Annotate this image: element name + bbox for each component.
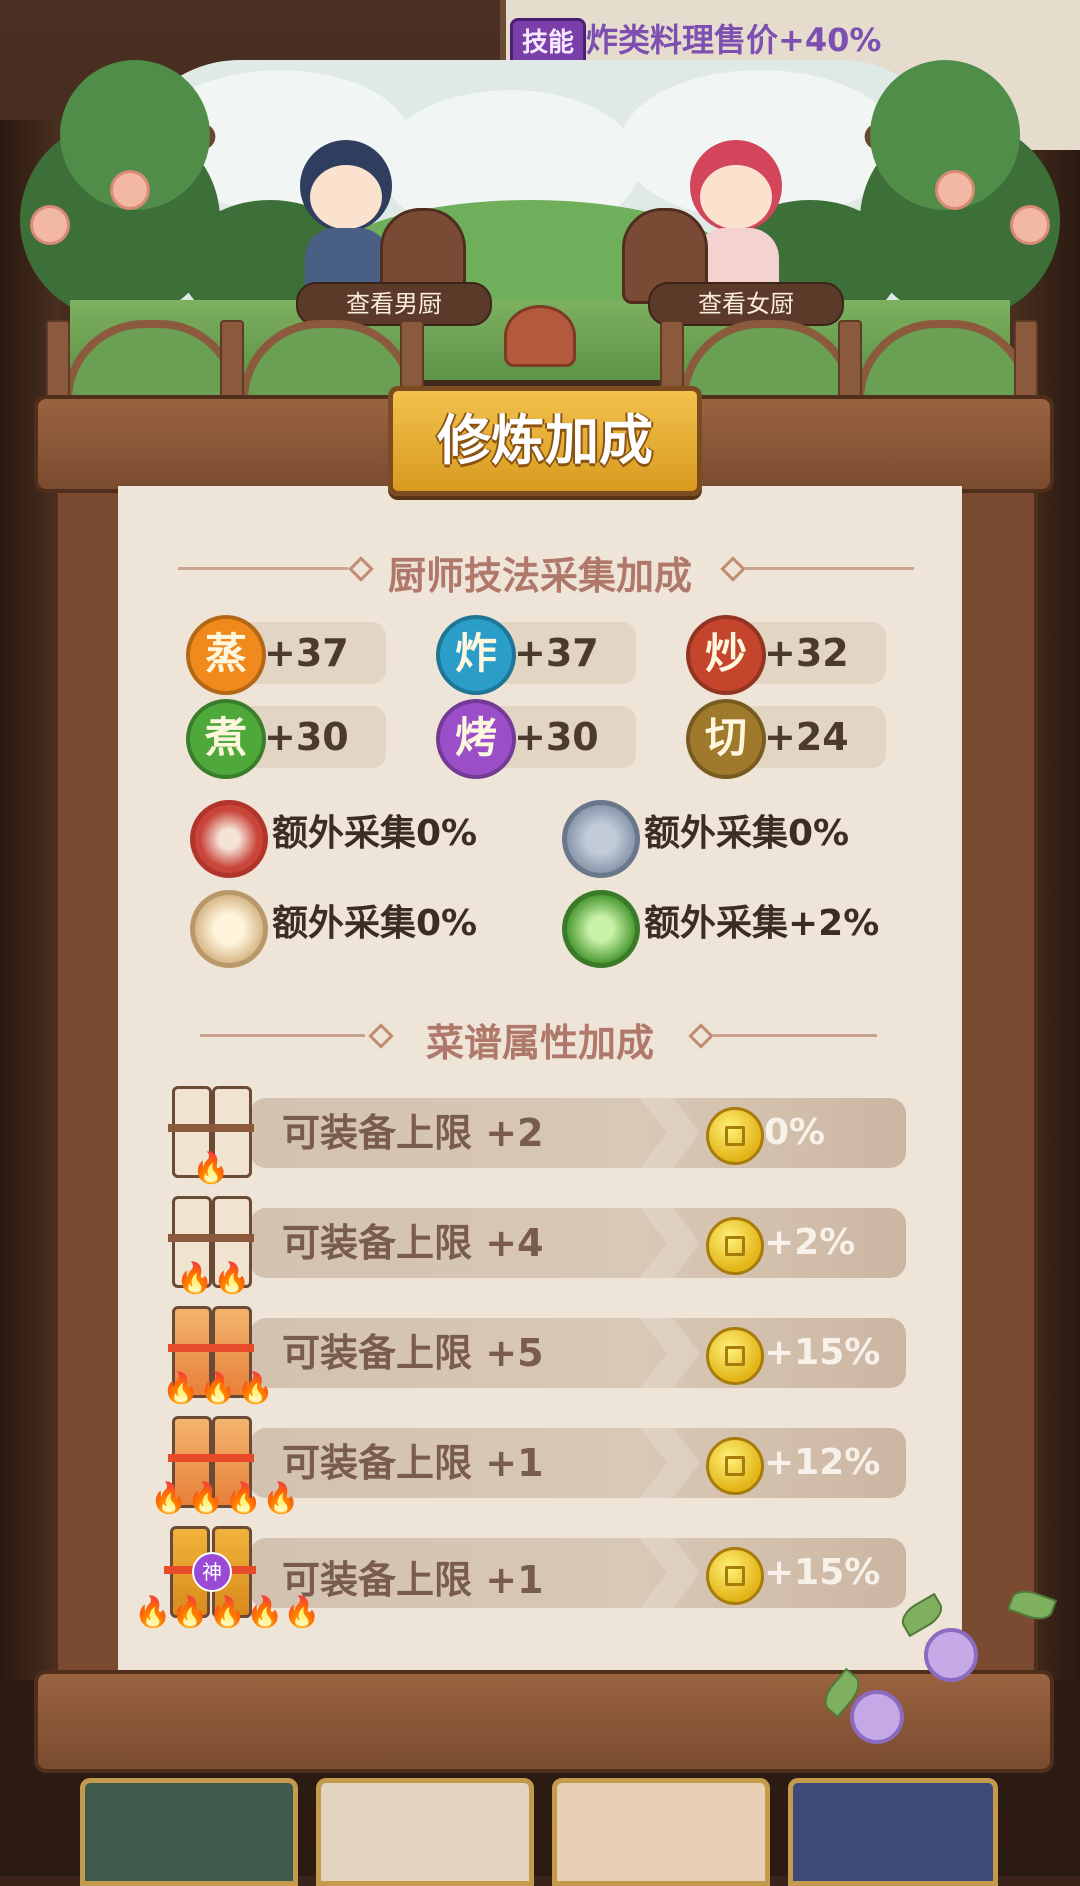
technique-steam-value: +37 — [264, 631, 349, 675]
flower-decoration — [924, 1628, 978, 1682]
recipe-tier-price-bonus: +15% — [764, 1332, 881, 1373]
recipe-tier-price-bonus: 0% — [764, 1112, 826, 1153]
section-technique-title: 厨师技法采集加成 — [387, 554, 692, 598]
blossom-decoration — [30, 205, 70, 245]
coin-icon — [706, 1437, 764, 1495]
recipe-tier-price-bonus: +2% — [764, 1222, 856, 1263]
card-thumbnail[interactable] — [552, 1778, 770, 1886]
card-thumbnail[interactable] — [788, 1778, 998, 1886]
blossom-decoration — [110, 170, 150, 210]
technique-cut-value: +24 — [764, 715, 849, 759]
blossom-decoration — [935, 170, 975, 210]
flame-rating-icon: 🔥 — [192, 1151, 230, 1186]
technique-fry-value: +37 — [514, 631, 599, 675]
male-chef-face — [310, 165, 382, 229]
blossom-decoration — [1010, 205, 1050, 245]
card-thumbnail[interactable] — [316, 1778, 534, 1886]
recipe-tier-text: 可装备上限 +2 — [282, 1111, 544, 1155]
flame-rating-icon: 🔥🔥 — [176, 1261, 251, 1296]
technique-boil-value: +30 — [264, 715, 349, 759]
recipe-tier-text: 可装备上限 +1 — [282, 1441, 544, 1485]
card-thumbnail[interactable] — [80, 1778, 298, 1886]
flame-rating-icon: 🔥🔥🔥 — [162, 1371, 275, 1406]
flame-rating-icon: 🔥🔥🔥🔥🔥 — [134, 1595, 321, 1630]
meat-icon — [190, 800, 268, 878]
steam-icon: 蒸 — [186, 615, 266, 695]
divine-badge-icon: 神 — [192, 1552, 232, 1592]
fish-icon — [562, 800, 640, 878]
panel-title: 修炼加成 — [437, 409, 653, 472]
recipe-tier-text: 可装备上限 +5 — [282, 1331, 544, 1375]
recipe-tier-price-bonus: +15% — [764, 1552, 881, 1593]
section-divider — [744, 567, 914, 570]
flour-icon — [190, 890, 268, 968]
recipe-tier-price-bonus: +12% — [764, 1442, 881, 1483]
coin-icon — [706, 1327, 764, 1385]
roast-icon: 烤 — [436, 699, 516, 779]
extra-collect-meat: 额外采集0% — [272, 813, 478, 854]
section-divider — [712, 1034, 877, 1037]
title-plate: 修炼加成 — [388, 386, 702, 496]
coin-icon — [706, 1107, 764, 1165]
female-chef-face — [700, 165, 772, 229]
section-recipe-title: 菜谱属性加成 — [425, 1021, 654, 1065]
technique-roast-value: +30 — [514, 715, 599, 759]
extra-collect-flour: 额外采集0% — [272, 903, 478, 944]
coin-icon — [706, 1547, 764, 1605]
boil-icon: 煮 — [186, 699, 266, 779]
technique-stirfry-value: +32 — [764, 631, 849, 675]
fry-icon: 炸 — [436, 615, 516, 695]
cut-icon: 切 — [686, 699, 766, 779]
vegetable-icon — [562, 890, 640, 968]
recipe-tier-text: 可装备上限 +1 — [282, 1558, 544, 1602]
extra-collect-fish: 额外采集0% — [644, 813, 850, 854]
skill-description: 炸类料理售价+40% — [586, 21, 882, 59]
house-marker-icon — [504, 305, 576, 367]
recipe-tier-text: 可装备上限 +4 — [282, 1221, 544, 1265]
coin-icon — [706, 1217, 764, 1275]
flame-rating-icon: 🔥🔥🔥🔥 — [150, 1481, 300, 1516]
extra-collect-vegetable: 额外采集+2% — [644, 903, 880, 944]
stirfry-icon: 炒 — [686, 615, 766, 695]
flower-decoration — [850, 1690, 904, 1744]
